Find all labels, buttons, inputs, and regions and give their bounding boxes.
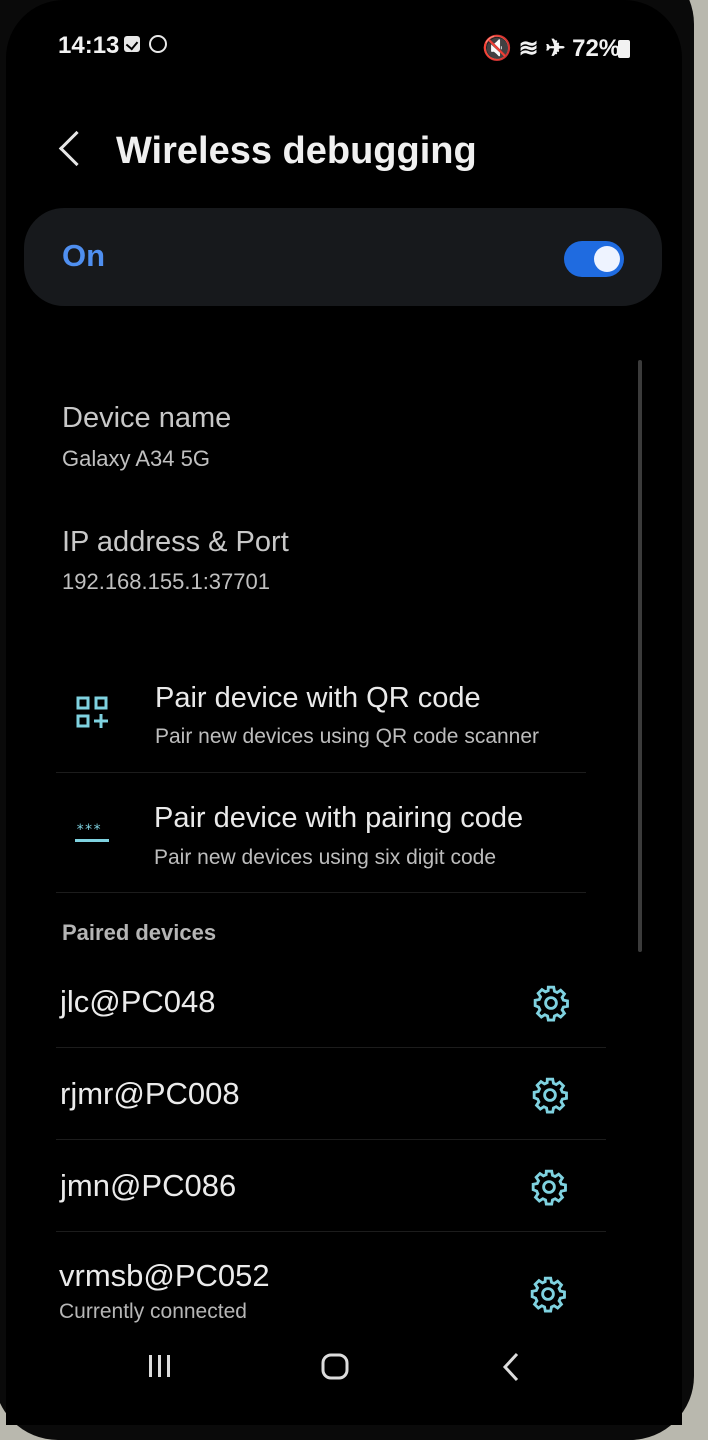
divider xyxy=(56,1047,606,1048)
scrollbar[interactable] xyxy=(638,360,642,952)
paired-device-name: jmn@PC086 xyxy=(60,1168,237,1203)
pin-code-icon: *** xyxy=(75,822,109,842)
page-title: Wireless debugging xyxy=(116,130,477,172)
notification-circle-icon xyxy=(149,35,167,53)
paired-device-name: vrmsb@PC052 xyxy=(59,1258,270,1293)
divider xyxy=(56,892,586,893)
back-icon[interactable] xyxy=(500,1352,522,1382)
home-icon[interactable] xyxy=(320,1353,350,1381)
connection-status: Currently connected xyxy=(59,1300,247,1323)
back-arrow-icon[interactable] xyxy=(58,130,95,167)
status-time: 14:13 xyxy=(58,32,120,59)
phone-screen: 14:13 🔇 ≋ ✈ 72% Wireless debugging On De… xyxy=(6,0,682,1425)
gear-icon[interactable] xyxy=(531,1076,569,1114)
battery-icon xyxy=(618,40,630,58)
ip-port-value: 192.168.155.1:37701 xyxy=(62,569,270,594)
gear-icon[interactable] xyxy=(532,984,570,1022)
divider xyxy=(56,772,586,773)
status-indicators: 🔇 ≋ ✈ 72% xyxy=(482,35,621,62)
toggle-label: On xyxy=(62,238,106,273)
divider xyxy=(56,1231,606,1232)
paired-device-name: jlc@PC048 xyxy=(60,984,216,1019)
pair-code-title: Pair device with pairing code xyxy=(154,802,524,834)
pair-code-subtitle: Pair new devices using six digit code xyxy=(154,846,497,869)
gear-icon[interactable] xyxy=(529,1275,567,1313)
device-name-label: Device name xyxy=(62,402,232,434)
device-name-value: Galaxy A34 5G xyxy=(62,446,210,471)
notification-check-icon xyxy=(124,36,140,52)
paired-devices-header: Paired devices xyxy=(62,920,217,945)
pair-qr-subtitle: Pair new devices using QR code scanner xyxy=(155,725,540,748)
divider xyxy=(56,1139,606,1140)
svg-text:***: *** xyxy=(76,822,101,838)
pair-qr-title: Pair device with QR code xyxy=(155,682,481,714)
qr-code-icon xyxy=(76,696,108,728)
recents-icon[interactable] xyxy=(146,1354,174,1380)
switch-knob xyxy=(594,246,620,272)
paired-device-name: rjmr@PC008 xyxy=(60,1076,240,1111)
wireless-debugging-switch[interactable] xyxy=(564,241,624,277)
ip-port-label: IP address & Port xyxy=(62,526,289,558)
gear-icon[interactable] xyxy=(530,1168,568,1206)
